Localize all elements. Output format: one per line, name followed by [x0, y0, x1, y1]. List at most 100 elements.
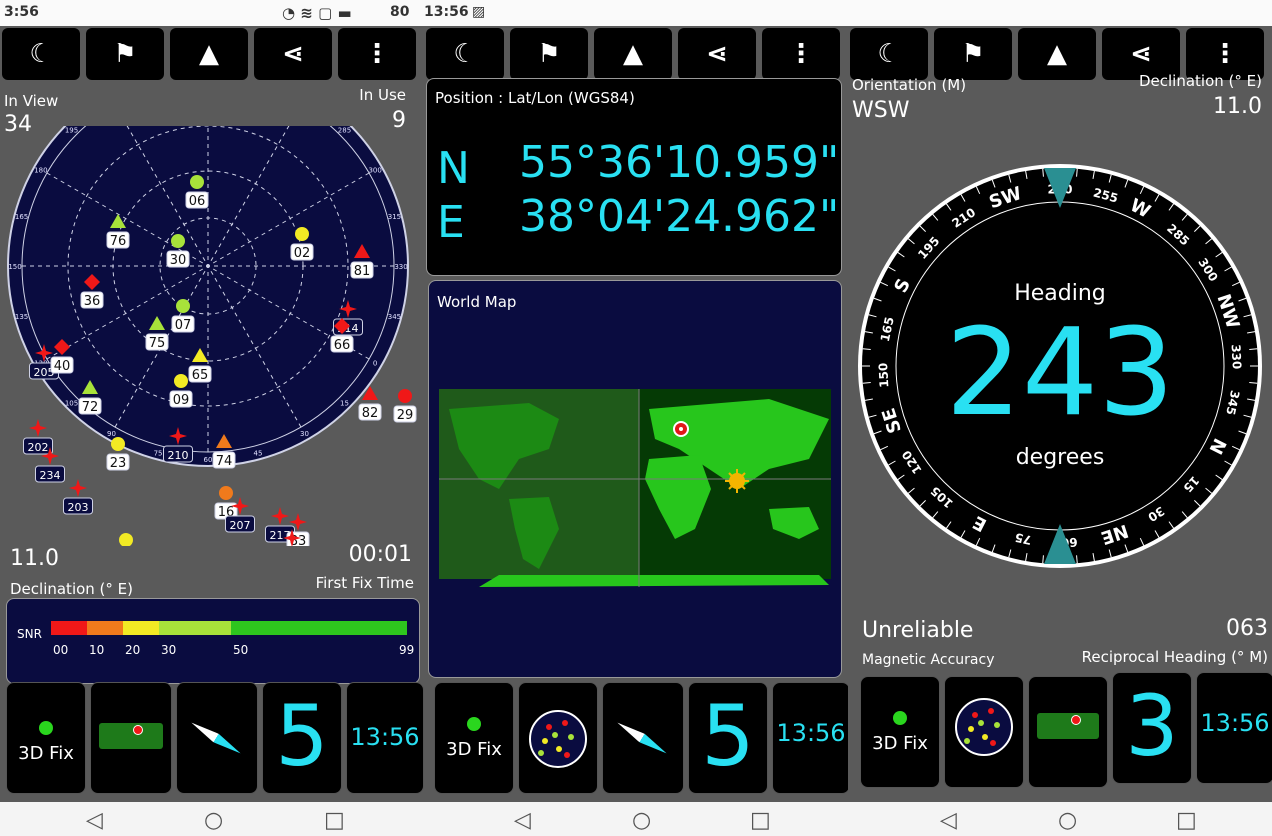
- share-icon: ⋖: [706, 39, 728, 69]
- fix-tile-label: 3D Fix: [446, 739, 502, 760]
- navigation-arrow-button[interactable]: ▲: [170, 28, 248, 80]
- status-time: 3:56: [4, 4, 39, 20]
- satellite-count-tile[interactable]: 5: [688, 682, 768, 794]
- back-icon[interactable]: ◁: [940, 808, 957, 833]
- clock-time: 13:56: [776, 719, 846, 747]
- fix-indicator-icon: [893, 711, 907, 725]
- more-vert-icon: ⋮: [788, 39, 814, 69]
- navigation-arrow-button[interactable]: ▲: [1018, 28, 1096, 80]
- moon-button[interactable]: ☾: [850, 28, 928, 80]
- clock-time: 13:56: [350, 723, 420, 751]
- satellite-marker: 29: [393, 389, 417, 423]
- satellite-id: 23: [110, 456, 127, 471]
- satellite-count-tile[interactable]: 5: [262, 682, 342, 794]
- satellite-id: 72: [82, 400, 99, 415]
- satellite-id: 82: [362, 406, 379, 421]
- share-button[interactable]: ⋖: [254, 28, 332, 80]
- satellite-id: 40: [54, 359, 71, 374]
- sky-tick-label: 150: [8, 263, 21, 271]
- home-icon[interactable]: ○: [1058, 808, 1077, 833]
- satellite-id: 02: [294, 246, 311, 261]
- snr-tick-label: 30: [161, 643, 177, 657]
- orientation-value: WSW: [852, 98, 910, 123]
- more-vert-button[interactable]: ⋮: [762, 28, 840, 80]
- mini-map-icon: [99, 723, 163, 749]
- recents-icon[interactable]: □: [324, 808, 345, 833]
- declination-label: Declination (° E): [10, 580, 134, 598]
- fix-tile[interactable]: 3D Fix: [434, 682, 514, 794]
- back-icon[interactable]: ◁: [514, 808, 531, 833]
- reciprocal-heading-value: 063: [1226, 616, 1268, 641]
- sky-tick-label: 30: [300, 430, 309, 438]
- moon-button[interactable]: ☾: [2, 28, 80, 80]
- sky-plot-tile[interactable]: [944, 676, 1024, 788]
- sky-tick-label: 165: [15, 213, 28, 221]
- recents-icon[interactable]: □: [1176, 808, 1197, 833]
- status-bar: 3:56 ◔ ≋ ▢ ▬ 80 13:56 ▨: [0, 0, 1272, 26]
- sky-tick-label: 0: [373, 360, 377, 368]
- share-button[interactable]: ⋖: [678, 28, 756, 80]
- clock-tile[interactable]: 13:56: [346, 682, 424, 794]
- compass-tile[interactable]: [176, 682, 258, 794]
- satellite-id: 202: [28, 441, 49, 454]
- fix-indicator-icon: [467, 717, 481, 731]
- home-icon[interactable]: ○: [204, 808, 223, 833]
- navigation-arrow-icon: ▲: [1047, 39, 1067, 69]
- fix-tile-label: 3D Fix: [18, 743, 74, 764]
- world-map-tile[interactable]: [90, 682, 172, 794]
- home-icon[interactable]: ○: [632, 808, 651, 833]
- satellite-marker: 27: [119, 533, 133, 546]
- sky-plot-tile[interactable]: [518, 682, 598, 794]
- moon-icon: ☾: [877, 39, 901, 69]
- satellite-panel: ☾⚑▲⋖⋮ In View 34 In Use 9 24025527028530…: [0, 26, 424, 802]
- more-vert-button[interactable]: ⋮: [338, 28, 416, 80]
- fix-tile[interactable]: 3D Fix: [860, 676, 940, 788]
- compass-needle-icon: [189, 718, 243, 757]
- person-flag-button[interactable]: ⚑: [934, 28, 1012, 80]
- sky-tick-label: 45: [253, 449, 262, 457]
- person-flag-button[interactable]: ⚑: [86, 28, 164, 80]
- world-map: [439, 389, 831, 587]
- satellite-id: 30: [170, 253, 187, 268]
- world-map-tile[interactable]: [1028, 676, 1108, 788]
- heading-value: 243: [945, 304, 1174, 443]
- snr-bar-orange: [87, 621, 123, 635]
- person-flag-button[interactable]: ⚑: [510, 28, 588, 80]
- navigation-arrow-icon: ▲: [199, 39, 219, 69]
- heading-label: Heading: [1014, 281, 1106, 306]
- snr-tick-label: 99: [399, 643, 415, 657]
- sky-tick-label: 75: [154, 449, 163, 457]
- clock-tile[interactable]: 13:56: [1196, 672, 1272, 784]
- navigation-arrow-button[interactable]: ▲: [594, 28, 672, 80]
- clock-tile[interactable]: 13:56: [772, 682, 848, 794]
- location-marker-icon: [133, 725, 143, 735]
- back-icon[interactable]: ◁: [86, 808, 103, 833]
- compass-tile[interactable]: [602, 682, 684, 794]
- snr-tick-label: 10: [89, 643, 105, 657]
- fix-tile[interactable]: 3D Fix: [6, 682, 86, 794]
- sky-tick-label: 90: [107, 430, 116, 438]
- satellite-marker: 16: [214, 486, 238, 520]
- moon-button[interactable]: ☾: [426, 28, 504, 80]
- satellite-id: 74: [216, 454, 233, 469]
- sky-tick-label: 195: [65, 127, 78, 135]
- satellite-marker: 203: [63, 479, 93, 515]
- position-box: Position : Lat/Lon (WGS84) N 55°36'10.95…: [426, 78, 842, 276]
- compass-needle-icon: [615, 718, 669, 757]
- satellite-count: 5: [701, 687, 755, 785]
- satellite-count: 5: [275, 687, 329, 785]
- compass-dial: 240255W285300NW330345N1530NE6075E105120S…: [858, 164, 1262, 568]
- status-icons: ◔ ≋ ▢ ▬: [282, 4, 352, 22]
- sky-plot: 2402552702853003153303450153045607590105…: [7, 126, 417, 546]
- satellite-id: 203: [68, 501, 89, 514]
- sky-tick-label: 105: [65, 399, 78, 407]
- compass-panel: ☾ ⚑ ▲ ⋖ ⋮ Orientation (M) WSW Declination (°…: [848, 26, 1272, 802]
- satellite-id: 09: [173, 393, 190, 408]
- lon-hemisphere: E: [437, 197, 465, 248]
- satellite-id: 210: [168, 449, 189, 462]
- compass-mark: 330: [1229, 344, 1244, 370]
- moon-icon: ☾: [29, 39, 53, 69]
- recents-icon[interactable]: □: [750, 808, 771, 833]
- satellite-id: 36: [84, 294, 101, 309]
- satellite-count-tile[interactable]: 3: [1112, 672, 1192, 784]
